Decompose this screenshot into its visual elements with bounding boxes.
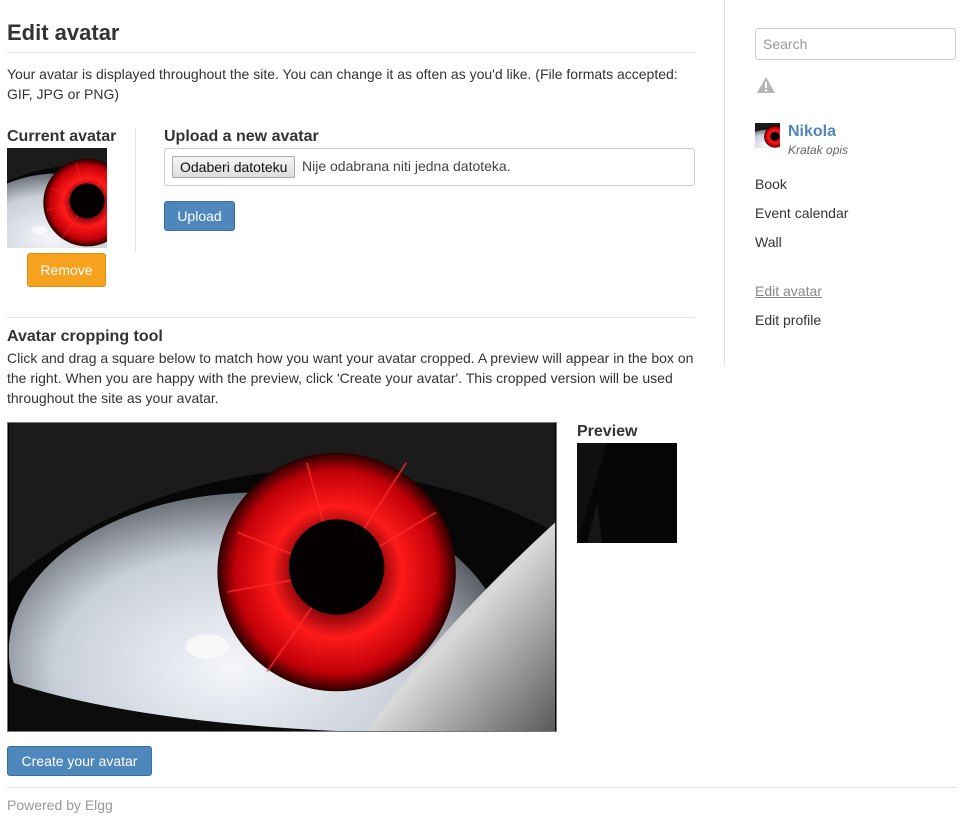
current-avatar-image	[7, 148, 107, 248]
footer-credit[interactable]: Powered by Elgg	[7, 797, 113, 813]
page-title: Edit avatar	[7, 20, 120, 45]
warning-icon[interactable]	[756, 76, 776, 94]
user-description: Kratak opis	[788, 143, 849, 157]
remove-button[interactable]: Remove	[27, 253, 106, 287]
user-name-link[interactable]: Nikola	[788, 123, 836, 141]
crop-image[interactable]	[7, 422, 557, 732]
cropping-description: Click and drag a square below to match h…	[7, 350, 694, 406]
search-input[interactable]	[755, 28, 956, 60]
file-input[interactable]: Odaberi datoteku Nije odabrana niti jedn…	[164, 148, 695, 186]
column-divider	[135, 128, 136, 253]
preview-image	[577, 443, 677, 543]
current-avatar-heading: Current avatar	[7, 128, 117, 145]
create-avatar-button[interactable]: Create your avatar	[7, 746, 152, 776]
user-avatar[interactable]	[755, 123, 780, 148]
choose-file-button[interactable]: Odaberi datoteku	[172, 156, 296, 178]
section-divider	[7, 317, 695, 318]
sidebar-item-event-calendar[interactable]: Event calendar	[755, 205, 848, 221]
file-status-text: Nije odabrana niti jedna datoteka.	[302, 158, 511, 174]
intro-text: Your avatar is displayed throughout the …	[7, 66, 678, 102]
title-divider	[7, 52, 695, 53]
upload-heading: Upload a new avatar	[164, 128, 319, 145]
cropping-heading: Avatar cropping tool	[7, 328, 163, 345]
upload-button[interactable]: Upload	[164, 201, 235, 231]
footer-divider	[7, 787, 956, 788]
preview-heading: Preview	[577, 423, 638, 440]
sidebar-divider	[724, 0, 725, 366]
sidebar-item-edit-profile[interactable]: Edit profile	[755, 312, 821, 328]
sidebar-item-wall[interactable]: Wall	[755, 234, 782, 250]
sidebar-item-edit-avatar[interactable]: Edit avatar	[755, 283, 822, 299]
sidebar-item-book[interactable]: Book	[755, 176, 787, 192]
